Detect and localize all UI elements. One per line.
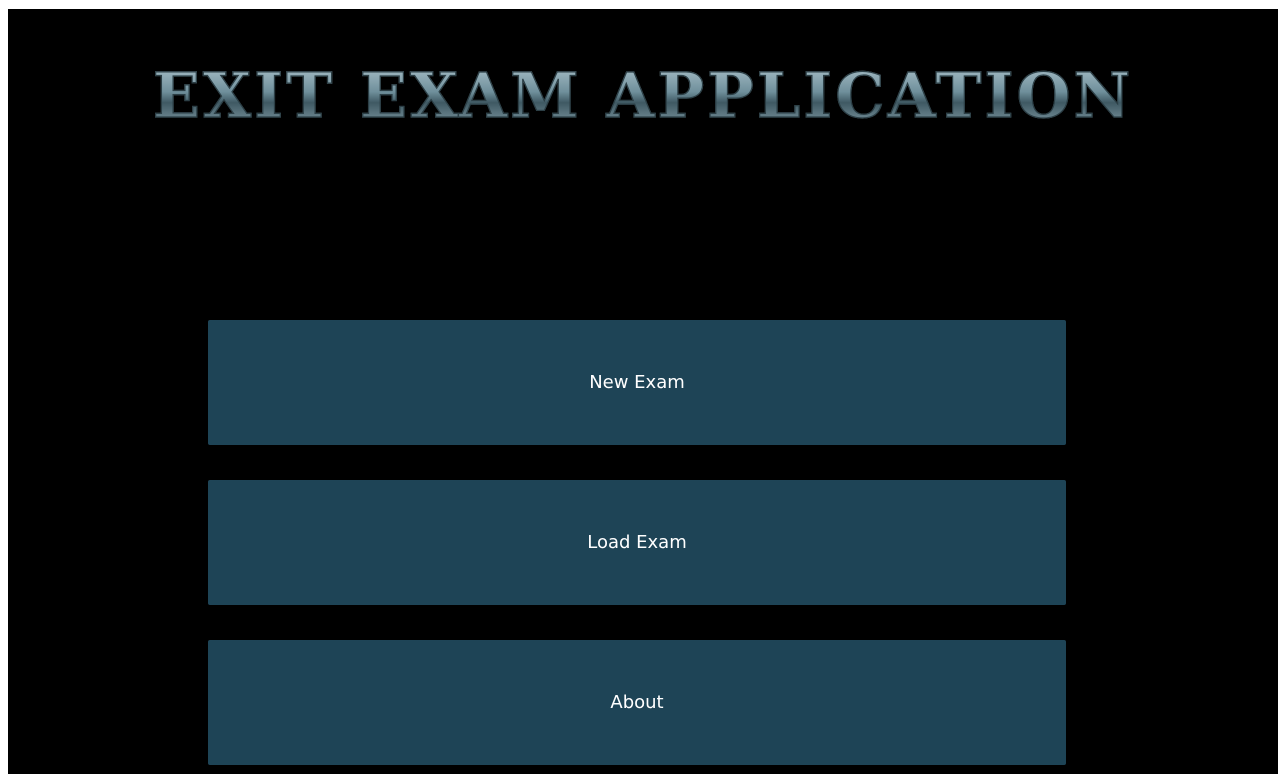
new-exam-button[interactable]: New Exam [208, 320, 1066, 445]
load-exam-button[interactable]: Load Exam [208, 480, 1066, 605]
load-exam-button-label: Load Exam [587, 532, 687, 553]
main-window: EXIT EXAM APPLICATION New Exam Load Exam… [8, 9, 1278, 774]
about-button[interactable]: About [208, 640, 1066, 765]
app-title: EXIT EXAM APPLICATION [8, 58, 1278, 132]
new-exam-button-label: New Exam [589, 372, 685, 393]
about-button-label: About [610, 692, 664, 713]
